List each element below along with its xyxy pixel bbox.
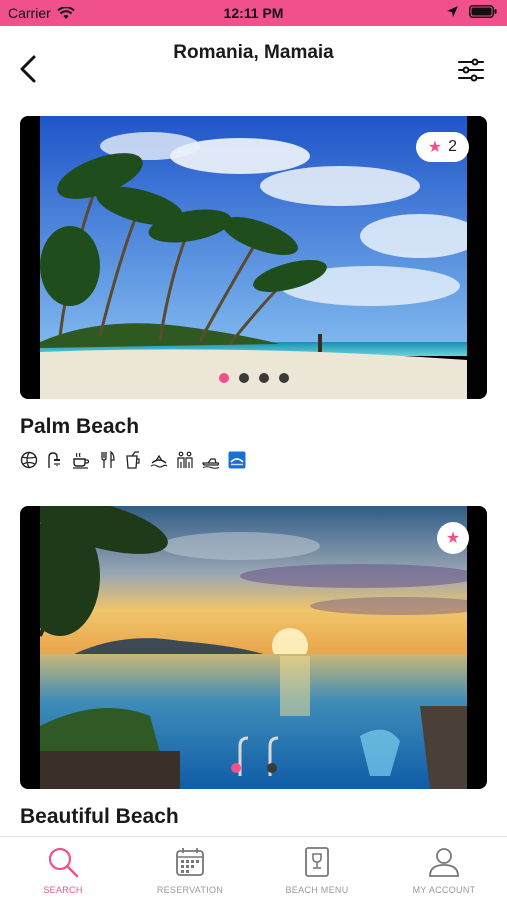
pager-dot[interactable] [258,373,269,383]
tab-label: BEACH MENU [285,885,349,895]
tab-search[interactable]: SEARCH [0,845,126,895]
jetski-icon [202,451,220,469]
user-icon [429,848,459,877]
image-pager[interactable] [20,763,487,773]
rating-badge[interactable]: ★ 2 [415,132,469,162]
amenities-list [20,451,487,469]
calendar-icon [176,848,204,876]
beach-name[interactable]: Palm Beach [20,415,487,439]
pager-dot[interactable] [278,373,289,383]
beach-card-palm-beach[interactable]: ★ 2 Palm Beach [20,116,487,469]
pager-dot[interactable] [230,763,241,773]
tab-label: MY ACCOUNT [412,885,476,895]
filter-icon[interactable] [457,58,485,82]
status-bar: Carrier 12:11 PM [0,0,507,26]
coffee-icon [72,451,90,469]
palm-beach-photo [40,116,467,399]
star-icon: ★ [445,530,461,547]
family-icon [176,451,194,469]
pager-dot[interactable] [238,373,249,383]
tab-label: SEARCH [43,885,83,895]
beach-card-beautiful-beach[interactable]: ★ Beautiful Beach [20,506,487,829]
search-icon [48,847,79,878]
pager-dot[interactable] [218,373,229,383]
battery-icon [469,5,497,18]
rating-count: 2 [448,138,457,155]
tab-reservation[interactable]: RESERVATION [127,845,253,895]
volleyball-icon [20,451,38,469]
tab-bar: SEARCH RESERVATION BEACH MENU MY ACCOUNT [0,836,507,901]
drink-icon [124,451,142,469]
boat-icon [150,451,168,469]
tab-label: RESERVATION [156,885,224,895]
beach-photo[interactable]: ★ [20,506,487,789]
beautiful-beach-photo [40,506,467,789]
blue-flag-icon [228,451,246,469]
status-right [446,5,497,18]
header: Romania, Mamaia [0,26,507,106]
star-icon: ★ [427,139,443,156]
pager-dot[interactable] [266,763,277,773]
menu-card-icon [305,847,329,877]
location-arrow-icon [447,6,458,17]
clock: 12:11 PM [223,5,284,21]
beach-photo[interactable]: ★ 2 [20,116,487,399]
shower-icon [46,451,64,469]
restaurant-icon [98,451,116,469]
tab-beach-menu[interactable]: BEACH MENU [254,845,380,895]
image-pager[interactable] [20,373,487,383]
tab-my-account[interactable]: MY ACCOUNT [381,845,507,895]
page-title: Romania, Mamaia [173,42,334,63]
beach-name[interactable]: Beautiful Beach [20,805,487,829]
favorite-badge[interactable]: ★ [437,522,469,554]
